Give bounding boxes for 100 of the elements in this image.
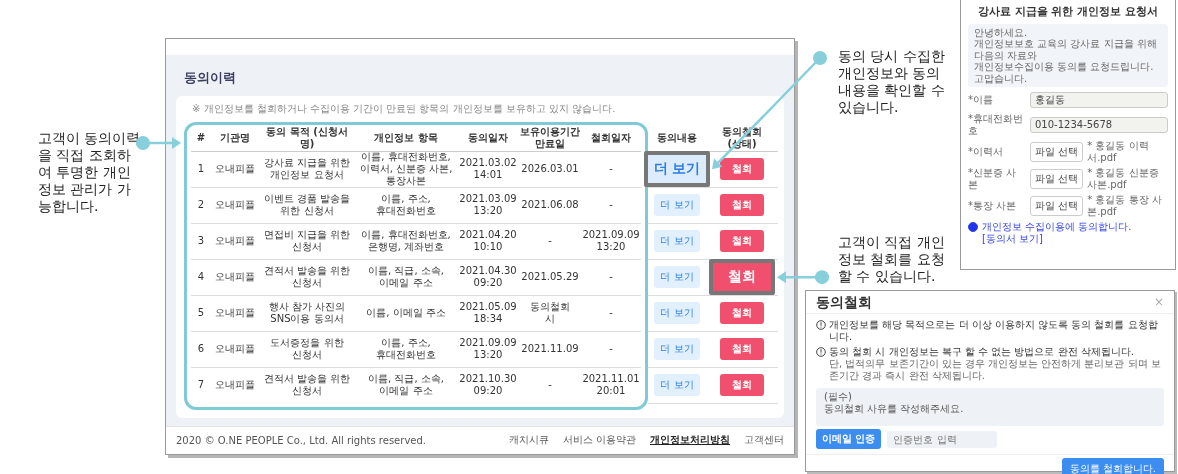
view-button[interactable]: 더 보기	[654, 338, 700, 361]
organization-cell: 오내피플	[215, 379, 255, 392]
email-verify-button[interactable]: 이메일 인증	[816, 429, 882, 449]
purpose-cell-text: 도서증정을 위한 신청서	[269, 337, 345, 362]
page-title: 동의이력	[184, 68, 237, 87]
date-cell: -	[609, 199, 613, 212]
purpose-cell-text: 면접비 지급을 위한 신청서	[262, 229, 352, 254]
date-cell: -	[609, 163, 613, 176]
date-cell: 2021.06.08	[521, 199, 579, 212]
greeting-text: 안녕하세요.	[974, 26, 1029, 38]
field-label: *이름	[968, 94, 994, 106]
column-header: 동의내용	[656, 131, 698, 144]
info-items-cell-text: 이름, 휴대전화번호, 은행명, 계좌번호	[360, 229, 452, 254]
column-header: 기관명	[219, 131, 251, 144]
organization-cell: 오내피플	[215, 235, 255, 248]
date-cell: 2021.05.09 18:34	[459, 301, 517, 326]
purpose-cell-text: 견적서 발송을 위한 신청서	[262, 265, 352, 290]
withdraw-button[interactable]: 철회	[720, 338, 764, 361]
field-label: *휴대전화번호	[968, 113, 1024, 136]
greeting-text: 개인정보보호 교육의 강사료 지급을 위해 다음의 자료와	[974, 38, 1158, 61]
date-cell: 2021.04.20 10:10	[459, 229, 517, 254]
row-number: 2	[197, 199, 205, 212]
date-cell: 2021.11.01 20:01	[582, 373, 640, 398]
magnified-view-button[interactable]: 더 보기	[644, 151, 710, 188]
withdraw-button[interactable]: 철회	[720, 194, 764, 217]
code-input-field[interactable]: 인증번호 입력	[887, 430, 998, 448]
date-cell: 2026.03.01	[521, 163, 579, 176]
date-cell: 2021.05.29	[521, 271, 579, 284]
footer-link[interactable]: 고객센터	[744, 433, 784, 448]
row-number: 3	[197, 235, 205, 248]
row-number: 1	[197, 163, 205, 176]
date-cell: 동의철회 시	[530, 301, 570, 326]
footer-link[interactable]: 캐치시큐	[508, 433, 549, 448]
date-cell: -	[609, 271, 613, 284]
purpose-cell-text: 견적서 발송을 위한 신청서	[262, 373, 352, 398]
file-select-button[interactable]: 파일 선택	[1030, 168, 1084, 189]
date-cell: 2021.04.30 09:20	[459, 265, 517, 290]
withdraw-button[interactable]: 철회	[720, 230, 764, 253]
organization-cell: 오내피플	[215, 343, 255, 356]
input-field[interactable]: 010-1234-5678	[1030, 116, 1168, 133]
callout-text: 동의 당시 수집한 개인정보와 동의내용을 확인할 수 있습니다.	[838, 48, 946, 116]
info-items-cell-text: 이름, 휴대전화번호, 이력서, 신분증 사본, 통장사본	[358, 151, 454, 188]
callout-text: 고객이 동의이력을 직접 조회하여 투명한 개인정보 관리가 가능합니다.	[38, 130, 142, 215]
date-cell: -	[548, 379, 552, 392]
column-header: 개인정보 항목	[373, 131, 439, 144]
organization-cell: 오내피플	[215, 271, 255, 284]
footer-link[interactable]: 서비스 이용약관	[562, 433, 636, 448]
file-name: * 홍길동 이력서.pdf	[1087, 140, 1150, 163]
column-header: #	[195, 131, 207, 144]
submit-button[interactable]: 동의를 철회합니다.	[1061, 458, 1164, 474]
date-cell: 2021.10.30 09:20	[459, 373, 517, 398]
reason-field[interactable]: (필수) 동의철회 사유를 작성해주세요.	[816, 388, 1164, 426]
file-select-button[interactable]: 파일 선택	[1030, 141, 1084, 162]
file-select-button[interactable]: 파일 선택	[1030, 195, 1084, 216]
input-field[interactable]: 홍길동	[1030, 92, 1168, 108]
purpose-cell-text: 행사 참가 사진의 SNS이용 동의서	[267, 301, 347, 326]
view-button[interactable]: 더 보기	[654, 230, 700, 253]
view-button[interactable]: 더 보기	[654, 194, 700, 217]
field-label: *통장 사본	[968, 199, 1018, 212]
field-label: *신분증 사본	[968, 167, 1018, 190]
column-header: 동의 목적 (신청서 명)	[265, 125, 349, 150]
date-cell: -	[609, 307, 613, 320]
withdraw-button[interactable]: 철회	[720, 374, 764, 397]
row-number: 6	[197, 343, 205, 356]
withdraw-button[interactable]: 철회	[720, 158, 764, 181]
withdraw-button[interactable]: 철회	[720, 302, 764, 325]
column-header: 보유이용기간 만료일	[519, 125, 581, 150]
date-cell: 2021.03.02 14:01	[459, 157, 517, 182]
date-cell: -	[609, 343, 613, 356]
info-items-cell-text: 이름, 직급, 소속, 이메일 주소	[367, 265, 445, 290]
row-number: 4	[197, 271, 205, 284]
date-cell: 2021.09.09 13:20	[459, 337, 517, 362]
agree-label: 개인정보 수집이용에 동의합니다. [동의서 보기]	[982, 221, 1133, 244]
date-cell: -	[548, 235, 552, 248]
greeting-text: 고맙습니다.	[974, 72, 1029, 84]
callout-text: 고객이 직접 개인정보 철회를 요청 할 수 있습니다.	[838, 234, 946, 285]
organization-cell: 오내피플	[215, 199, 255, 212]
greeting-text: 개인정보수집이용 동의를 요청드립니다.	[974, 61, 1155, 73]
consent-link[interactable]: [동의서 보기]	[982, 232, 1043, 244]
file-name: * 홍길동 신분증 사본.pdf	[1087, 167, 1160, 190]
notice-note: 단, 법적의무 보존기간이 있는 경우 개인정보는 안전하게 분리보관 되며 보존기간 경과 즉시 완전 삭제됩니다.	[829, 358, 1162, 382]
view-button[interactable]: 더 보기	[654, 302, 700, 325]
date-cell: 2021.09.09 13:20	[582, 229, 640, 254]
info-items-cell-text: 이름, 직급, 소속, 이메일 주소	[367, 373, 445, 398]
view-button[interactable]: 더 보기	[654, 374, 700, 397]
footer-link[interactable]: 개인정보처리방침	[650, 433, 730, 448]
column-header: 철회일자	[590, 131, 632, 144]
info-items-cell: 이름, 이메일 주소	[366, 307, 446, 320]
purpose-cell-text: 이벤트 경품 발송을 위한 신청서	[262, 193, 352, 218]
magnified-withdraw-button[interactable]: 철회	[709, 259, 775, 296]
close-button[interactable]: ×	[1153, 296, 1164, 308]
modal-title: 동의철회	[816, 296, 872, 308]
file-name: * 홍길동 통장 사본.pdf	[1087, 194, 1163, 217]
notice-text: ※ 개인정보를 철회하거나 수집이용 기간이 만료된 항목의 개인정보를 보유하고 있지 않습니다.	[192, 101, 617, 116]
view-button[interactable]: 더 보기	[654, 266, 700, 289]
row-number: 7	[197, 379, 205, 392]
field-label: *이력서	[968, 145, 1004, 158]
organization-cell: 오내피플	[215, 163, 255, 176]
copyright-text: 2020 © O.NE PEOPLE Co., Ltd. All rights reserved.	[176, 434, 427, 446]
date-cell: 2021.11.09	[521, 343, 579, 356]
